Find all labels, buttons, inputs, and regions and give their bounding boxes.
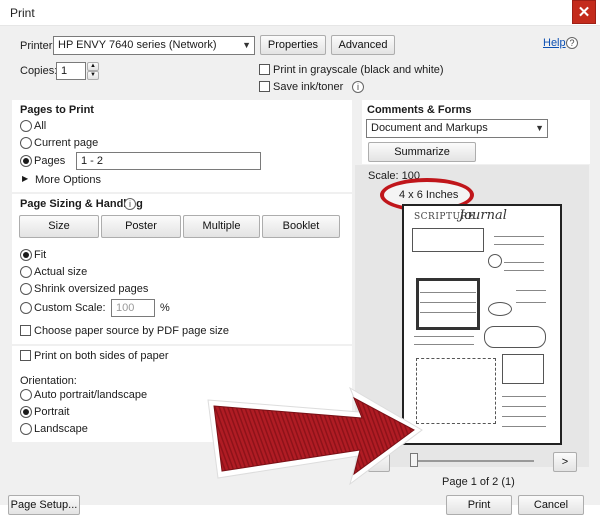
printer-select[interactable]: HP ENVY 7640 series (Network) ▼ xyxy=(53,36,255,55)
radio-custom-scale[interactable] xyxy=(20,302,32,314)
comments-forms-select[interactable]: Document and Markups ▼ xyxy=(366,119,548,138)
duplex-label: Print on both sides of paper xyxy=(34,350,169,362)
radio-portrait[interactable] xyxy=(20,406,32,418)
radio-actual-size-label: Actual size xyxy=(34,266,88,278)
radio-pages[interactable] xyxy=(20,155,32,167)
comments-forms-value: Document and Markups xyxy=(371,122,488,134)
help-icon[interactable]: ? xyxy=(566,37,578,49)
close-button[interactable]: ✕ xyxy=(572,0,596,24)
paper-size-label: 4 x 6 Inches xyxy=(399,189,459,201)
cancel-button[interactable]: Cancel xyxy=(518,495,584,515)
custom-scale-input[interactable]: 100 xyxy=(111,299,155,317)
tab-multiple[interactable]: Multiple xyxy=(183,215,260,238)
radio-shrink-oversized-label: Shrink oversized pages xyxy=(34,283,149,295)
chevron-down-icon: ▼ xyxy=(242,40,251,50)
advanced-button[interactable]: Advanced xyxy=(331,35,395,55)
preview-circle xyxy=(488,302,512,316)
save-ink-label: Save ink/toner xyxy=(273,81,344,93)
preview-box xyxy=(484,326,546,348)
comments-forms-title: Comments & Forms xyxy=(367,104,472,116)
title-bar: Print ✕ xyxy=(0,0,600,26)
radio-current-page[interactable] xyxy=(20,137,32,149)
radio-custom-scale-label: Custom Scale: xyxy=(34,302,106,314)
copies-down-icon[interactable]: ▼ xyxy=(87,71,99,80)
duplex-checkbox[interactable] xyxy=(20,350,31,361)
radio-current-page-label: Current page xyxy=(34,137,99,149)
print-button[interactable]: Print xyxy=(446,495,512,515)
printer-label: Printer: xyxy=(20,40,56,52)
tab-poster[interactable]: Poster xyxy=(101,215,181,238)
tab-size[interactable]: Size xyxy=(19,215,99,238)
properties-button[interactable]: Properties xyxy=(260,35,326,55)
copies-input[interactable]: 1 xyxy=(56,62,86,80)
triangle-right-icon[interactable]: ▶ xyxy=(22,174,28,183)
radio-landscape-label: Landscape xyxy=(34,423,88,435)
choose-paper-checkbox[interactable] xyxy=(20,325,31,336)
radio-pages-label: Pages xyxy=(34,155,66,167)
radio-portrait-label: Portrait xyxy=(34,406,70,418)
radio-fit-label: Fit xyxy=(34,249,47,261)
page-setup-button[interactable]: Page Setup... xyxy=(8,495,80,515)
chevron-down-icon: ▼ xyxy=(535,123,544,133)
radio-auto-orientation[interactable] xyxy=(20,389,32,401)
orientation-title: Orientation: xyxy=(20,375,77,387)
save-ink-checkbox[interactable] xyxy=(259,81,270,92)
choose-paper-label: Choose paper source by PDF page size xyxy=(34,325,230,337)
printer-select-value: HP ENVY 7640 series (Network) xyxy=(58,39,217,51)
radio-auto-orientation-label: Auto portrait/landscape xyxy=(34,389,148,401)
page-indicator: Page 1 of 2 (1) xyxy=(442,476,515,488)
window-title: Print xyxy=(10,6,35,20)
summarize-comments-button[interactable]: Summarize Comments xyxy=(368,142,476,176)
copies-label: Copies: xyxy=(20,65,58,77)
help-link[interactable]: Help xyxy=(543,37,566,49)
red-arrow-annotation xyxy=(207,386,423,486)
radio-actual-size[interactable] xyxy=(20,266,32,278)
radio-shrink-oversized[interactable] xyxy=(20,283,32,295)
radio-all-label: All xyxy=(34,120,47,132)
radio-fit[interactable] xyxy=(20,249,32,261)
grayscale-checkbox[interactable] xyxy=(259,64,270,75)
info-icon[interactable]: i xyxy=(124,198,136,210)
tab-booklet[interactable]: Booklet xyxy=(262,215,340,238)
percent-label: % xyxy=(160,302,170,314)
pages-range-input[interactable]: 1 - 2 xyxy=(76,152,261,170)
grayscale-label: Print in grayscale (black and white) xyxy=(273,64,444,76)
pages-to-print-title: Pages to Print xyxy=(20,104,94,116)
next-page-button[interactable]: > xyxy=(553,452,577,472)
preview-box xyxy=(412,228,484,252)
radio-all[interactable] xyxy=(20,120,32,132)
doc-title-right: Journal xyxy=(459,208,507,223)
copies-up-icon[interactable]: ▲ xyxy=(87,62,99,71)
more-options-link[interactable]: More Options xyxy=(35,174,101,186)
info-icon[interactable]: i xyxy=(352,81,364,93)
preview-circle xyxy=(488,254,502,268)
preview-box xyxy=(416,278,480,330)
radio-landscape[interactable] xyxy=(20,423,32,435)
preview-box xyxy=(502,354,544,384)
